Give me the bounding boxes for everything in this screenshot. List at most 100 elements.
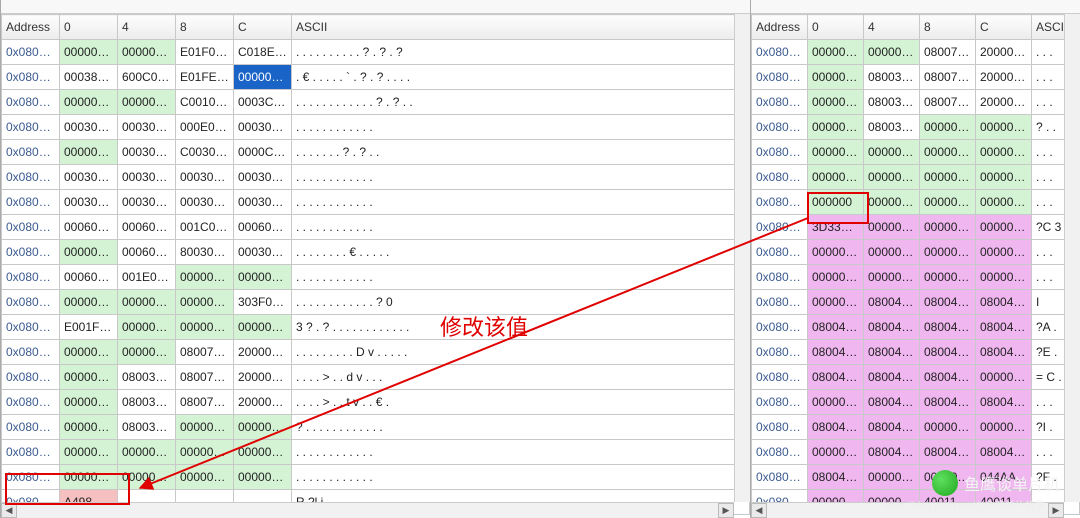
hex-cell[interactable]: 001E00... [118,265,176,290]
hex-cell[interactable]: 000000... [920,165,976,190]
hex-cell[interactable]: 080045... [920,315,976,340]
hex-cell[interactable]: 000300... [118,165,176,190]
hex-cell[interactable]: 001C00... [176,215,234,240]
table-row[interactable]: 0x0800...000000...08003E...000000...0000… [2,415,750,440]
ascii-cell[interactable]: . . . . . . . ? . ? . . [292,140,750,165]
ascii-cell[interactable]: . . . . . . . . . . . . ? 0 [292,290,750,315]
table-row[interactable]: 0x0800...000380...600C00...E01FE01F00000… [2,65,750,90]
table-row[interactable]: 0x0800...000000...000000...C00100...0003… [2,90,750,115]
hex-cell[interactable]: E001F0... [60,315,118,340]
address-cell[interactable]: 0x0800... [2,265,60,290]
hex-cell[interactable]: 303F00... [234,290,292,315]
hex-cell[interactable]: 000000... [808,140,864,165]
address-cell[interactable]: 0x0800... [752,115,808,140]
hex-cell[interactable]: 000000... [808,240,864,265]
scroll-left-arrow-icon[interactable]: ◀ [1,503,17,518]
hex-cell[interactable]: 080041... [808,315,864,340]
table-row[interactable]: 0x0800...000000...000000...000000...0000… [752,240,1080,265]
hex-cell[interactable]: 000000... [808,165,864,190]
column-header[interactable]: 0 [808,15,864,40]
hex-cell[interactable]: 08003E... [118,415,176,440]
table-row[interactable]: 0x0800...000000...000000...E01F00...C018… [2,40,750,65]
ascii-cell[interactable]: . . . . . . . . . . . . ? . ? . . [292,90,750,115]
hex-cell[interactable]: 080047... [920,440,976,465]
ascii-cell[interactable]: ? . . . . . . . . . . . . [292,415,750,440]
hex-cell[interactable]: 000300... [118,140,176,165]
hex-cell[interactable]: 000000... [234,440,292,465]
ascii-cell[interactable]: . . . . > . . t v . . € . [292,390,750,415]
scroll-track[interactable] [17,503,718,518]
hex-table-right[interactable]: Address048CASCII 0x0800...000000...00000… [751,14,1080,515]
hex-cell[interactable]: 000000... [864,265,920,290]
hex-cell[interactable]: 000600... [60,215,118,240]
hex-cell[interactable]: 000300... [118,190,176,215]
hex-cell[interactable]: 000000... [920,115,976,140]
address-cell[interactable]: 0x0800... [752,340,808,365]
hex-cell[interactable]: 000000... [176,315,234,340]
scrollbar-horizontal-left[interactable]: ◀ ▶ [1,502,734,518]
hex-cell[interactable]: 000300... [60,165,118,190]
hex-cell[interactable]: 000000... [976,240,1032,265]
table-row[interactable]: 0x0800...000000...000000...080076...2000… [752,40,1080,65]
address-cell[interactable]: 0x0800... [2,415,60,440]
address-cell[interactable]: 0x0800... [752,190,808,215]
address-cell[interactable]: 0x0800... [2,215,60,240]
address-cell[interactable]: 0x0800... [2,190,60,215]
table-row[interactable]: 0x0800...000000...08003E...080076...2000… [752,65,1080,90]
hex-cell[interactable]: 000000... [118,315,176,340]
hex-cell[interactable]: 000000... [864,190,920,215]
hex-cell[interactable]: 080076... [176,340,234,365]
hex-cell[interactable]: 08003E... [864,65,920,90]
column-header[interactable]: 4 [118,15,176,40]
hex-cell[interactable]: 000000... [60,465,118,490]
ascii-cell[interactable]: . . . . . . . . . D v . . . . . [292,340,750,365]
hex-cell[interactable]: 000000 [808,190,864,215]
hex-cell[interactable]: 000000... [60,290,118,315]
address-cell[interactable]: 0x0800... [752,90,808,115]
hex-cell[interactable]: 000000... [60,340,118,365]
ascii-cell[interactable]: . . . . . . . . . . ? . ? . ? [292,40,750,65]
hex-cell[interactable]: 000000... [118,340,176,365]
scroll-track[interactable] [767,503,1048,518]
address-cell[interactable]: 0x0800... [2,465,60,490]
table-row[interactable]: 0x0800...080041...080045...080045...0800… [752,315,1080,340]
table-row[interactable]: 0x0800...000300...000300...000300...0003… [2,165,750,190]
ascii-cell[interactable]: . . . . . . . . . . . . [292,115,750,140]
hex-cell[interactable]: 080076... [920,40,976,65]
table-row[interactable]: 0x0800...080046...000000...000000...044A… [752,465,1080,490]
hex-cell[interactable]: 080042... [920,340,976,365]
hex-cell[interactable]: 000380... [60,65,118,90]
hex-cell[interactable]: 0003C0... [234,90,292,115]
hex-cell[interactable]: 080076... [176,365,234,390]
hex-cell[interactable]: 000000... [118,40,176,65]
column-header[interactable]: C [976,15,1032,40]
address-cell[interactable]: 0x0800... [752,65,808,90]
hex-cell[interactable]: 000000... [920,215,976,240]
hex-cell[interactable]: 080049... [864,390,920,415]
hex-cell[interactable]: 000300... [234,115,292,140]
address-cell[interactable]: 0x0800... [2,65,60,90]
address-cell[interactable]: 0x0800... [752,365,808,390]
column-header[interactable]: 4 [864,15,920,40]
hex-cell[interactable]: E01FE01F [176,65,234,90]
ascii-cell[interactable]: . . . . . . . . . . . . [292,440,750,465]
table-row[interactable]: 0x0800...000000...080043...080045...0800… [752,290,1080,315]
table-row[interactable]: 0x0800...000000...000000...000000...0000… [2,465,750,490]
address-cell[interactable]: 0x0800... [2,290,60,315]
hex-cell[interactable]: 000000... [60,240,118,265]
hex-cell[interactable]: 000000... [176,465,234,490]
hex-cell[interactable]: 000000... [234,65,292,90]
hex-cell[interactable]: 000300... [60,190,118,215]
hex-cell[interactable]: 080049... [808,415,864,440]
hex-cell[interactable]: 080076... [920,65,976,90]
hex-cell[interactable]: 000000... [60,390,118,415]
address-cell[interactable]: 0x0800... [2,115,60,140]
table-row[interactable]: 0x0800...000300...000300...000300...0003… [2,190,750,215]
hex-cell[interactable]: 000000... [920,140,976,165]
ascii-cell[interactable]: . . . . . . . . . . . . [292,215,750,240]
hex-cell[interactable]: 000000... [864,165,920,190]
address-cell[interactable]: 0x0800... [752,440,808,465]
hex-cell[interactable]: 000600... [118,240,176,265]
hex-cell[interactable]: 000000... [920,265,976,290]
scroll-right-arrow-icon[interactable]: ▶ [1048,503,1064,518]
